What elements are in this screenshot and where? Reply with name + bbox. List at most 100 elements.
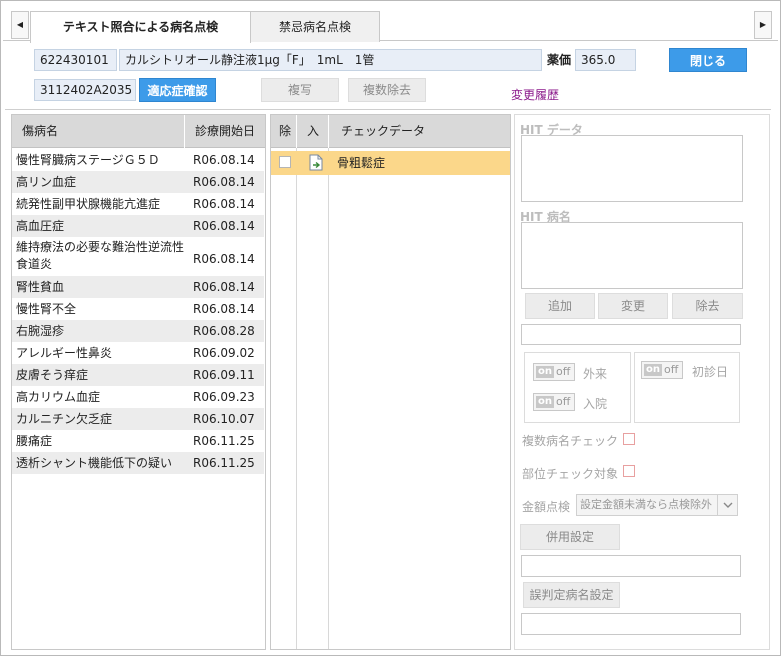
amount-check-label: 金額点検	[522, 500, 571, 514]
window-frame: ◀ テキスト照合による病名点検 禁忌病名点検 ▶ 622430101 カルシトリ…	[0, 0, 781, 656]
inpatient-label: 入院	[583, 397, 608, 411]
first-visit-group: on off 初診日	[634, 352, 740, 423]
hit-settings-panel: HIT データ HIT 病名 追加 変更 除去 on off 外来 on off…	[514, 114, 770, 650]
multi-remove-button[interactable]: 複数除去	[348, 78, 426, 102]
hit-disease-box[interactable]	[521, 222, 743, 289]
disease-start-date: R06.08.14	[193, 280, 255, 294]
tab-scroll-right-icon[interactable]: ▶	[754, 11, 772, 39]
tab-scroll-left-icon[interactable]: ◀	[11, 11, 29, 39]
check-data-row[interactable]: 骨粗鬆症	[271, 151, 510, 175]
disease-row[interactable]: 維持療法の必要な難治性逆流性食道炎 R06.08.14	[12, 237, 264, 276]
disease-grid-header: 傷病名 診療開始日	[12, 115, 265, 148]
start-date-column-header[interactable]: 診療開始日	[185, 115, 265, 148]
disease-name: 維持療法の必要な難治性逆流性食道炎	[16, 240, 185, 271]
disease-name: 腎性貧血	[16, 280, 65, 294]
remove-button[interactable]: 除去	[672, 293, 743, 319]
first-visit-toggle[interactable]: on off	[641, 361, 683, 379]
disease-name-column-header[interactable]: 傷病名	[12, 115, 185, 148]
disease-row[interactable]: 腎性貧血 R06.08.14	[12, 276, 264, 298]
disease-row[interactable]: 皮膚そう痒症 R06.09.11	[12, 364, 264, 386]
hit-input-field[interactable]	[521, 324, 741, 345]
exclude-column-header: 除	[271, 115, 297, 148]
disease-start-date: R06.08.28	[193, 324, 255, 338]
drug-code-field: 622430101	[34, 49, 117, 71]
disease-start-date: R06.08.14	[193, 252, 255, 266]
disease-row[interactable]: 腰痛症 R06.11.25	[12, 430, 264, 452]
indication-check-button[interactable]: 適応症確認	[139, 78, 216, 102]
amount-check-select[interactable]: 設定金額未満なら点検除外	[576, 494, 719, 516]
site-check-label: 部位チェック対象	[522, 467, 619, 481]
disease-start-date: R06.08.14	[193, 153, 255, 167]
document-arrow-icon[interactable]	[309, 154, 324, 171]
disease-name: 透析シャント機能低下の疑い	[16, 456, 173, 470]
change-history-link[interactable]: 変更履歴	[511, 87, 559, 103]
outpatient-toggle[interactable]: on off	[533, 363, 575, 381]
disease-start-date: R06.11.25	[193, 456, 255, 470]
disease-name: 高血圧症	[16, 219, 65, 233]
price-value-field: 365.0	[575, 49, 636, 71]
disease-start-date: R06.08.14	[193, 219, 255, 233]
add-button[interactable]: 追加	[525, 293, 595, 319]
exclude-checkbox[interactable]	[279, 156, 291, 168]
combined-setting-field[interactable]	[521, 555, 741, 577]
chevron-down-icon	[723, 502, 733, 508]
disease-row[interactable]: 続発性副甲状腺機能亢進症 R06.08.14	[12, 193, 264, 215]
disease-row[interactable]: 慢性腎臓病ステージＧ５Ｄ R06.08.14	[12, 149, 264, 171]
misjudge-setting-button[interactable]: 誤判定病名設定	[523, 582, 620, 608]
disease-start-date: R06.10.07	[193, 412, 255, 426]
change-button[interactable]: 変更	[598, 293, 668, 319]
price-label: 薬価	[547, 53, 572, 67]
hit-data-box[interactable]	[521, 135, 743, 202]
disease-list-panel: 傷病名 診療開始日 慢性腎臓病ステージＧ５Ｄ R06.08.14 高リン血症 R06.…	[11, 114, 266, 650]
disease-start-date: R06.08.14	[193, 197, 255, 211]
misjudge-setting-field[interactable]	[521, 613, 741, 635]
amount-select-dropdown[interactable]	[717, 494, 738, 516]
disease-row[interactable]: 高血圧症 R06.08.14	[12, 215, 264, 237]
disease-name: 続発性副甲状腺機能亢進症	[16, 197, 161, 211]
check-grid-header: 除 入 チェックデータ	[271, 115, 510, 148]
column-divider	[328, 148, 329, 649]
combined-setting-button[interactable]: 併用設定	[520, 524, 620, 550]
disease-name: カルニチン欠乏症	[16, 412, 113, 426]
multi-disease-check-label: 複数病名チェック	[522, 434, 619, 448]
outpatient-label: 外来	[583, 367, 608, 381]
disease-name: 高カリウム血症	[16, 390, 101, 404]
disease-start-date: R06.11.25	[193, 434, 255, 448]
yj-code-field: 3112402A2035	[34, 79, 136, 101]
disease-name: 腰痛症	[16, 434, 53, 448]
check-data-name: 骨粗鬆症	[337, 156, 386, 170]
disease-row[interactable]: 慢性腎不全 R06.08.14	[12, 298, 264, 320]
inpatient-toggle[interactable]: on off	[533, 393, 575, 411]
check-data-column-header: チェックデータ	[341, 124, 426, 138]
disease-row[interactable]: 右腕湿疹 R06.08.28	[12, 320, 264, 342]
disease-start-date: R06.09.11	[193, 368, 255, 382]
disease-start-date: R06.08.14	[193, 175, 255, 189]
site-check-checkbox[interactable]	[623, 465, 635, 477]
disease-row[interactable]: アレルギー性鼻炎 R06.09.02	[12, 342, 264, 364]
visit-type-group: on off 外来 on off 入院	[524, 352, 631, 423]
disease-name: 高リン血症	[16, 175, 77, 189]
enter-column-header: 入	[297, 115, 329, 148]
header-divider	[5, 109, 771, 110]
drug-name-field: カルシトリオール静注液1μg「F」 1mL 1管	[119, 49, 542, 71]
copy-button[interactable]: 複写	[261, 78, 339, 102]
disease-row[interactable]: 高カリウム血症 R06.09.23	[12, 386, 264, 408]
disease-name: アレルギー性鼻炎	[16, 346, 113, 360]
disease-start-date: R06.09.23	[193, 390, 255, 404]
disease-name: 皮膚そう痒症	[16, 368, 89, 382]
disease-row[interactable]: 透析シャント機能低下の疑い R06.11.25	[12, 452, 264, 474]
multi-disease-checkbox[interactable]	[623, 433, 635, 445]
disease-row[interactable]: 高リン血症 R06.08.14	[12, 171, 264, 193]
disease-row[interactable]: カルニチン欠乏症 R06.10.07	[12, 408, 264, 430]
tab-text-matching[interactable]: テキスト照合による病名点検	[30, 11, 251, 43]
disease-start-date: R06.08.14	[193, 302, 255, 316]
close-button[interactable]: 閉じる	[669, 48, 747, 72]
disease-name: 右腕湿疹	[16, 324, 65, 338]
disease-name: 慢性腎不全	[16, 302, 77, 316]
tab-contraindication[interactable]: 禁忌病名点検	[250, 11, 380, 42]
first-visit-label: 初診日	[692, 365, 729, 379]
disease-start-date: R06.09.02	[193, 346, 255, 360]
column-divider	[296, 148, 297, 649]
tab-bar: ◀ テキスト照合による病名点検 禁忌病名点検 ▶	[3, 3, 778, 43]
check-data-panel: 除 入 チェックデータ 骨粗鬆症	[270, 114, 511, 650]
